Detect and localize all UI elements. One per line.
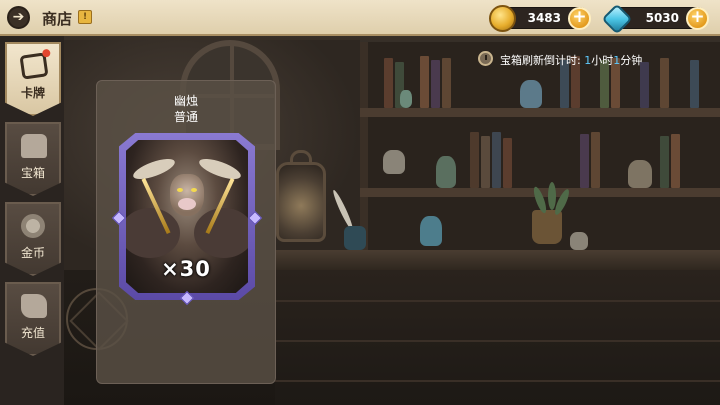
book [492, 132, 501, 188]
page-title: 商店 [42, 10, 73, 28]
back-button[interactable]: ➔ [7, 6, 30, 29]
top-bar: ➔ 商店 ! 3483 + 5030 + [0, 0, 720, 36]
horn-left [130, 154, 178, 184]
book [470, 132, 479, 188]
tab-cards[interactable]: 卡牌 [5, 42, 61, 116]
book [420, 56, 429, 108]
timer-hours-unit: 小时 [591, 54, 614, 67]
jar [628, 160, 652, 188]
tab-chest-label: 宝箱 [20, 166, 45, 180]
shop-category-sidebar: 卡牌 宝箱 金币 充值 [0, 36, 64, 405]
counter-plank [275, 380, 720, 382]
book [660, 58, 669, 108]
clock-icon [478, 51, 493, 66]
character-mane [126, 208, 180, 258]
counter-front [275, 270, 720, 405]
book [580, 134, 589, 188]
bottle [420, 216, 442, 246]
info-icon[interactable]: ! [78, 10, 92, 24]
jar [570, 232, 588, 250]
book [442, 58, 451, 108]
eye [177, 188, 183, 192]
jar [383, 150, 405, 174]
chest-icon [21, 134, 47, 158]
item-quantity: ×30 [161, 257, 211, 281]
potted-plant [532, 210, 562, 244]
book [660, 136, 669, 188]
add-gems-button[interactable]: + [686, 7, 709, 30]
eye [191, 188, 197, 192]
item-rarity: 普通 [173, 110, 198, 124]
bottle [520, 80, 542, 108]
cards-icon [19, 52, 49, 80]
gold-amount: 3483 [527, 11, 561, 25]
book [640, 62, 649, 108]
inkpot [344, 226, 366, 250]
tab-chest[interactable]: 宝箱 [5, 122, 61, 196]
coin-icon [21, 214, 45, 238]
tab-gold[interactable]: 金币 [5, 202, 61, 276]
book [591, 132, 600, 188]
shop-item-panel[interactable]: 幽烛 普通 ×30 [96, 80, 276, 384]
book [690, 60, 699, 108]
book [431, 60, 440, 108]
timer-text: 宝箱刷新倒计时: 1小时1分钟 [500, 52, 642, 68]
recharge-icon [21, 294, 47, 318]
character-mane [194, 208, 248, 258]
shelf-board [360, 108, 720, 117]
horn-right [196, 154, 244, 184]
tab-gold-label: 金币 [20, 246, 45, 260]
book [481, 136, 490, 188]
book [384, 58, 393, 108]
tab-cards-label: 卡牌 [20, 86, 45, 100]
book [671, 134, 680, 188]
lantern [276, 162, 326, 242]
gold-coin-icon [489, 5, 516, 32]
arrow-left-icon: ➔ [12, 9, 25, 25]
bottle [400, 90, 412, 108]
counter-plank [275, 300, 720, 302]
counter-plank [275, 340, 720, 342]
counter-top [275, 250, 720, 270]
gem-counter: 5030 + [601, 3, 709, 35]
gem-amount: 5030 [645, 11, 679, 25]
tab-recharge[interactable]: 充值 [5, 282, 61, 356]
timer-minutes-unit: 分钟 [620, 54, 643, 67]
book [503, 138, 512, 188]
add-gold-button[interactable]: + [568, 7, 591, 30]
character-face [170, 174, 204, 216]
snout [178, 198, 196, 210]
blue-gem-icon [601, 3, 633, 35]
bottle [436, 156, 456, 188]
timer-label: 宝箱刷新倒计时: [500, 54, 585, 67]
gold-counter: 3483 + [489, 5, 591, 32]
item-name: 幽烛 [173, 94, 198, 108]
tab-recharge-label: 充值 [20, 326, 45, 340]
